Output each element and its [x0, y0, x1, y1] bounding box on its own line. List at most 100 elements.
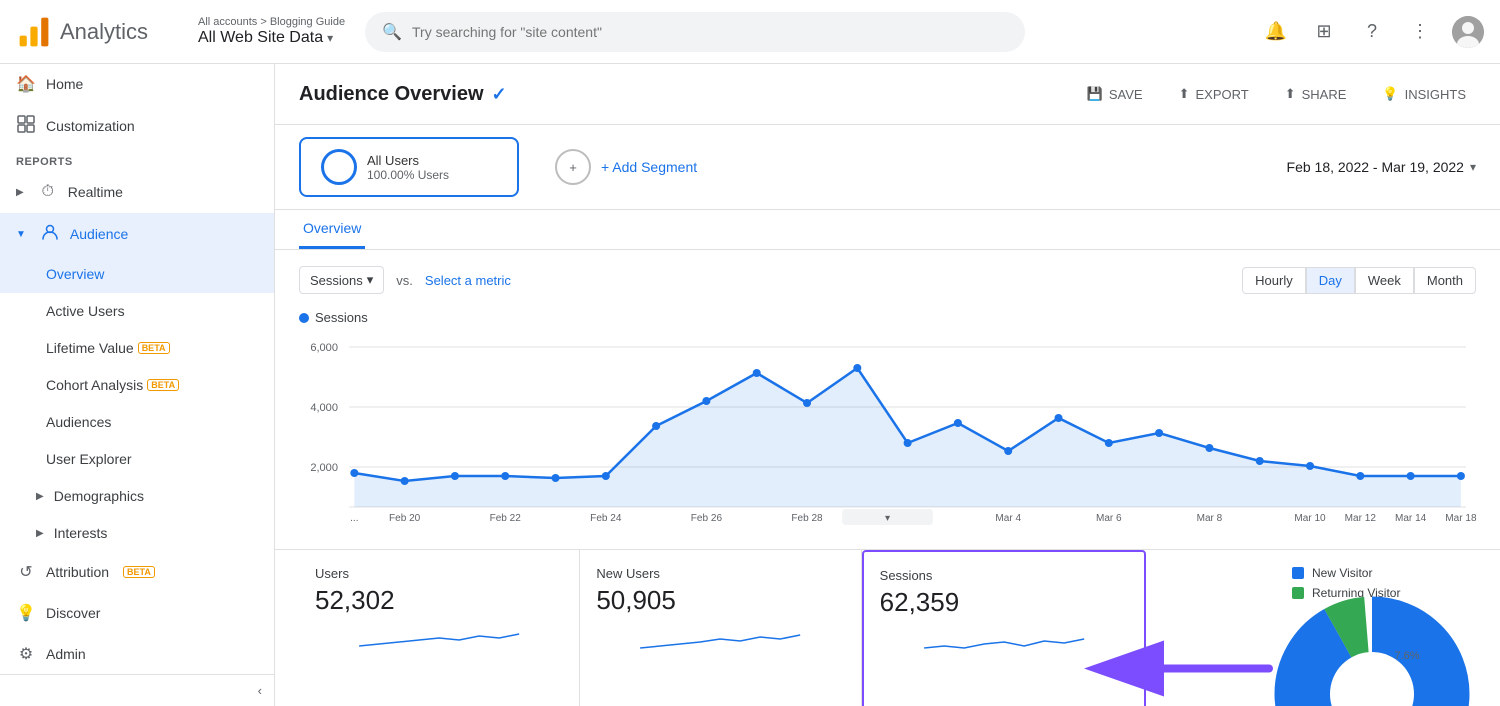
header-actions: 💾 SAVE ⬆ EXPORT ⬆ SHARE 💡 INSIGHTS: [1077, 80, 1476, 108]
purple-arrow: [1154, 644, 1274, 697]
app-title: Analytics: [60, 19, 148, 45]
new-visitor-legend-dot: [1292, 567, 1304, 579]
admin-icon: ⚙: [16, 644, 36, 664]
sidebar-item-discover[interactable]: 💡 Discover: [0, 593, 274, 634]
account-breadcrumb: All accounts > Blogging Guide: [198, 16, 345, 28]
more-options-button[interactable]: ⋮: [1404, 16, 1436, 48]
chart-point: [501, 472, 509, 480]
sidebar-collapse-button[interactable]: ‹: [0, 674, 274, 706]
realtime-expand-arrow: ▶: [16, 187, 24, 198]
sidebar-sub-interests[interactable]: ▶ Interests: [0, 515, 274, 552]
chart-point: [652, 422, 660, 430]
svg-text:Feb 28: Feb 28: [791, 513, 823, 524]
select-metric-button[interactable]: Select a metric: [425, 273, 511, 288]
cohort-analysis-beta-badge: BETA: [147, 379, 179, 391]
share-label: SHARE: [1302, 87, 1347, 102]
chart-point: [702, 397, 710, 405]
sidebar-item-admin[interactable]: ⚙ Admin: [0, 633, 274, 674]
sidebar-sub-lifetime-value[interactable]: Lifetime Value BETA: [0, 330, 274, 367]
svg-text:Mar 4: Mar 4: [995, 513, 1021, 524]
sidebar-sub-audiences[interactable]: Audiences: [0, 404, 274, 441]
chart-point: [401, 477, 409, 485]
main-layout: 🏠 Home Customization REPORTS ▶ ⏱ Realtim…: [0, 64, 1500, 706]
export-button[interactable]: ⬆ EXPORT: [1169, 80, 1259, 108]
metric-select-label: Sessions: [310, 273, 363, 288]
sessions-chart: 6,000 4,000 2,000: [299, 333, 1476, 523]
save-icon: 💾: [1087, 86, 1103, 102]
sidebar-item-realtime[interactable]: ▶ ⏱ Realtime: [0, 172, 274, 213]
help-button[interactable]: ?: [1356, 16, 1388, 48]
svg-text:4,000: 4,000: [310, 402, 338, 414]
insights-button[interactable]: 💡 INSIGHTS: [1372, 80, 1476, 108]
sidebar-sub-cohort-analysis[interactable]: Cohort Analysis BETA: [0, 367, 274, 404]
sidebar-sub-active-users-label: Active Users: [46, 303, 125, 319]
sidebar-sub-demographics[interactable]: ▶ Demographics: [0, 478, 274, 515]
sessions-value: 62,359: [880, 587, 1128, 618]
svg-text:Feb 24: Feb 24: [590, 513, 622, 524]
time-tab-month[interactable]: Month: [1414, 267, 1476, 294]
sidebar-sub-active-users[interactable]: Active Users: [0, 293, 274, 330]
search-icon: 🔍: [382, 22, 402, 42]
sidebar-sub-overview[interactable]: Overview: [0, 256, 274, 293]
sidebar-item-audience[interactable]: ▼ Audience: [0, 213, 274, 256]
search-bar[interactable]: 🔍: [365, 12, 1025, 52]
sidebar-item-home[interactable]: 🏠 Home: [0, 64, 274, 105]
sidebar-sub-user-explorer[interactable]: User Explorer: [0, 441, 274, 478]
metrics-row: Users 52,302 New Users 50,905 Sessions 6…: [275, 549, 1500, 706]
user-avatar[interactable]: [1452, 16, 1484, 48]
svg-text:2,000: 2,000: [310, 462, 338, 474]
discover-icon: 💡: [16, 603, 36, 623]
sidebar-item-customization[interactable]: Customization: [0, 105, 274, 148]
sidebar: 🏠 Home Customization REPORTS ▶ ⏱ Realtim…: [0, 64, 275, 706]
content-header: Audience Overview ✓ 💾 SAVE ⬆ EXPORT ⬆ SH…: [275, 64, 1500, 125]
metric-card-users: Users 52,302: [299, 550, 580, 706]
sessions-label: Sessions: [880, 568, 1128, 583]
sessions-legend-dot: [299, 313, 309, 323]
export-icon: ⬆: [1179, 86, 1190, 102]
all-users-segment[interactable]: All Users 100.00% Users: [299, 137, 519, 197]
time-tab-hourly[interactable]: Hourly: [1242, 267, 1306, 294]
chart-point: [1306, 462, 1314, 470]
metric-select-dropdown[interactable]: Sessions ▾: [299, 266, 384, 294]
chart-point: [1105, 439, 1113, 447]
account-dropdown-arrow: ▾: [327, 31, 333, 45]
date-range-dropdown-arrow: ▾: [1470, 160, 1476, 174]
sidebar-sub-demographics-label: Demographics: [54, 488, 144, 504]
segment-bar: All Users 100.00% Users + + Add Segment …: [275, 125, 1500, 210]
apps-grid-button[interactable]: ⊞: [1308, 16, 1340, 48]
search-input[interactable]: [412, 24, 1008, 40]
account-selector[interactable]: All accounts > Blogging Guide All Web Si…: [198, 16, 345, 47]
date-range-selector[interactable]: Feb 18, 2022 - Mar 19, 2022 ▾: [1287, 159, 1476, 175]
sidebar-item-attribution[interactable]: ↺ Attribution BETA: [0, 552, 274, 593]
chart-point: [1256, 457, 1264, 465]
metric-controls: Sessions ▾ vs. Select a metric Hourly Da…: [299, 266, 1476, 294]
home-icon: 🏠: [16, 74, 36, 94]
save-label: SAVE: [1109, 87, 1143, 102]
metric-card-new-users: New Users 50,905: [580, 550, 861, 706]
account-name: All Web Site Data: [198, 29, 323, 47]
users-label: Users: [315, 566, 563, 581]
svg-text:Mar 6: Mar 6: [1096, 513, 1122, 524]
save-button[interactable]: 💾 SAVE: [1077, 80, 1153, 108]
chart-point: [451, 472, 459, 480]
metric-card-sessions: Sessions 62,359: [862, 550, 1146, 706]
time-tab-week[interactable]: Week: [1355, 267, 1414, 294]
add-segment-label: + Add Segment: [601, 159, 697, 175]
new-users-sparkline: [596, 624, 844, 652]
chart-point: [1155, 429, 1163, 437]
overview-tab[interactable]: Overview: [299, 210, 365, 249]
time-tab-day[interactable]: Day: [1306, 267, 1355, 294]
notifications-button[interactable]: 🔔: [1260, 16, 1292, 48]
account-main-selector[interactable]: All Web Site Data ▾: [198, 29, 345, 47]
top-navigation: Analytics All accounts > Blogging Guide …: [0, 0, 1500, 64]
add-segment-button[interactable]: + + Add Segment: [535, 139, 717, 195]
main-content: Audience Overview ✓ 💾 SAVE ⬆ EXPORT ⬆ SH…: [275, 64, 1500, 706]
all-users-segment-percent: 100.00% Users: [367, 168, 449, 182]
pie-legend-area: New Visitor Returning Visitor 92.4% 7: [1276, 550, 1476, 706]
insights-label: INSIGHTS: [1405, 87, 1466, 102]
lifetime-value-beta-badge: BETA: [138, 342, 170, 354]
chart-point: [1205, 444, 1213, 452]
chart-point: [904, 439, 912, 447]
share-button[interactable]: ⬆ SHARE: [1275, 80, 1357, 108]
time-range-tabs: Hourly Day Week Month: [1242, 267, 1476, 294]
